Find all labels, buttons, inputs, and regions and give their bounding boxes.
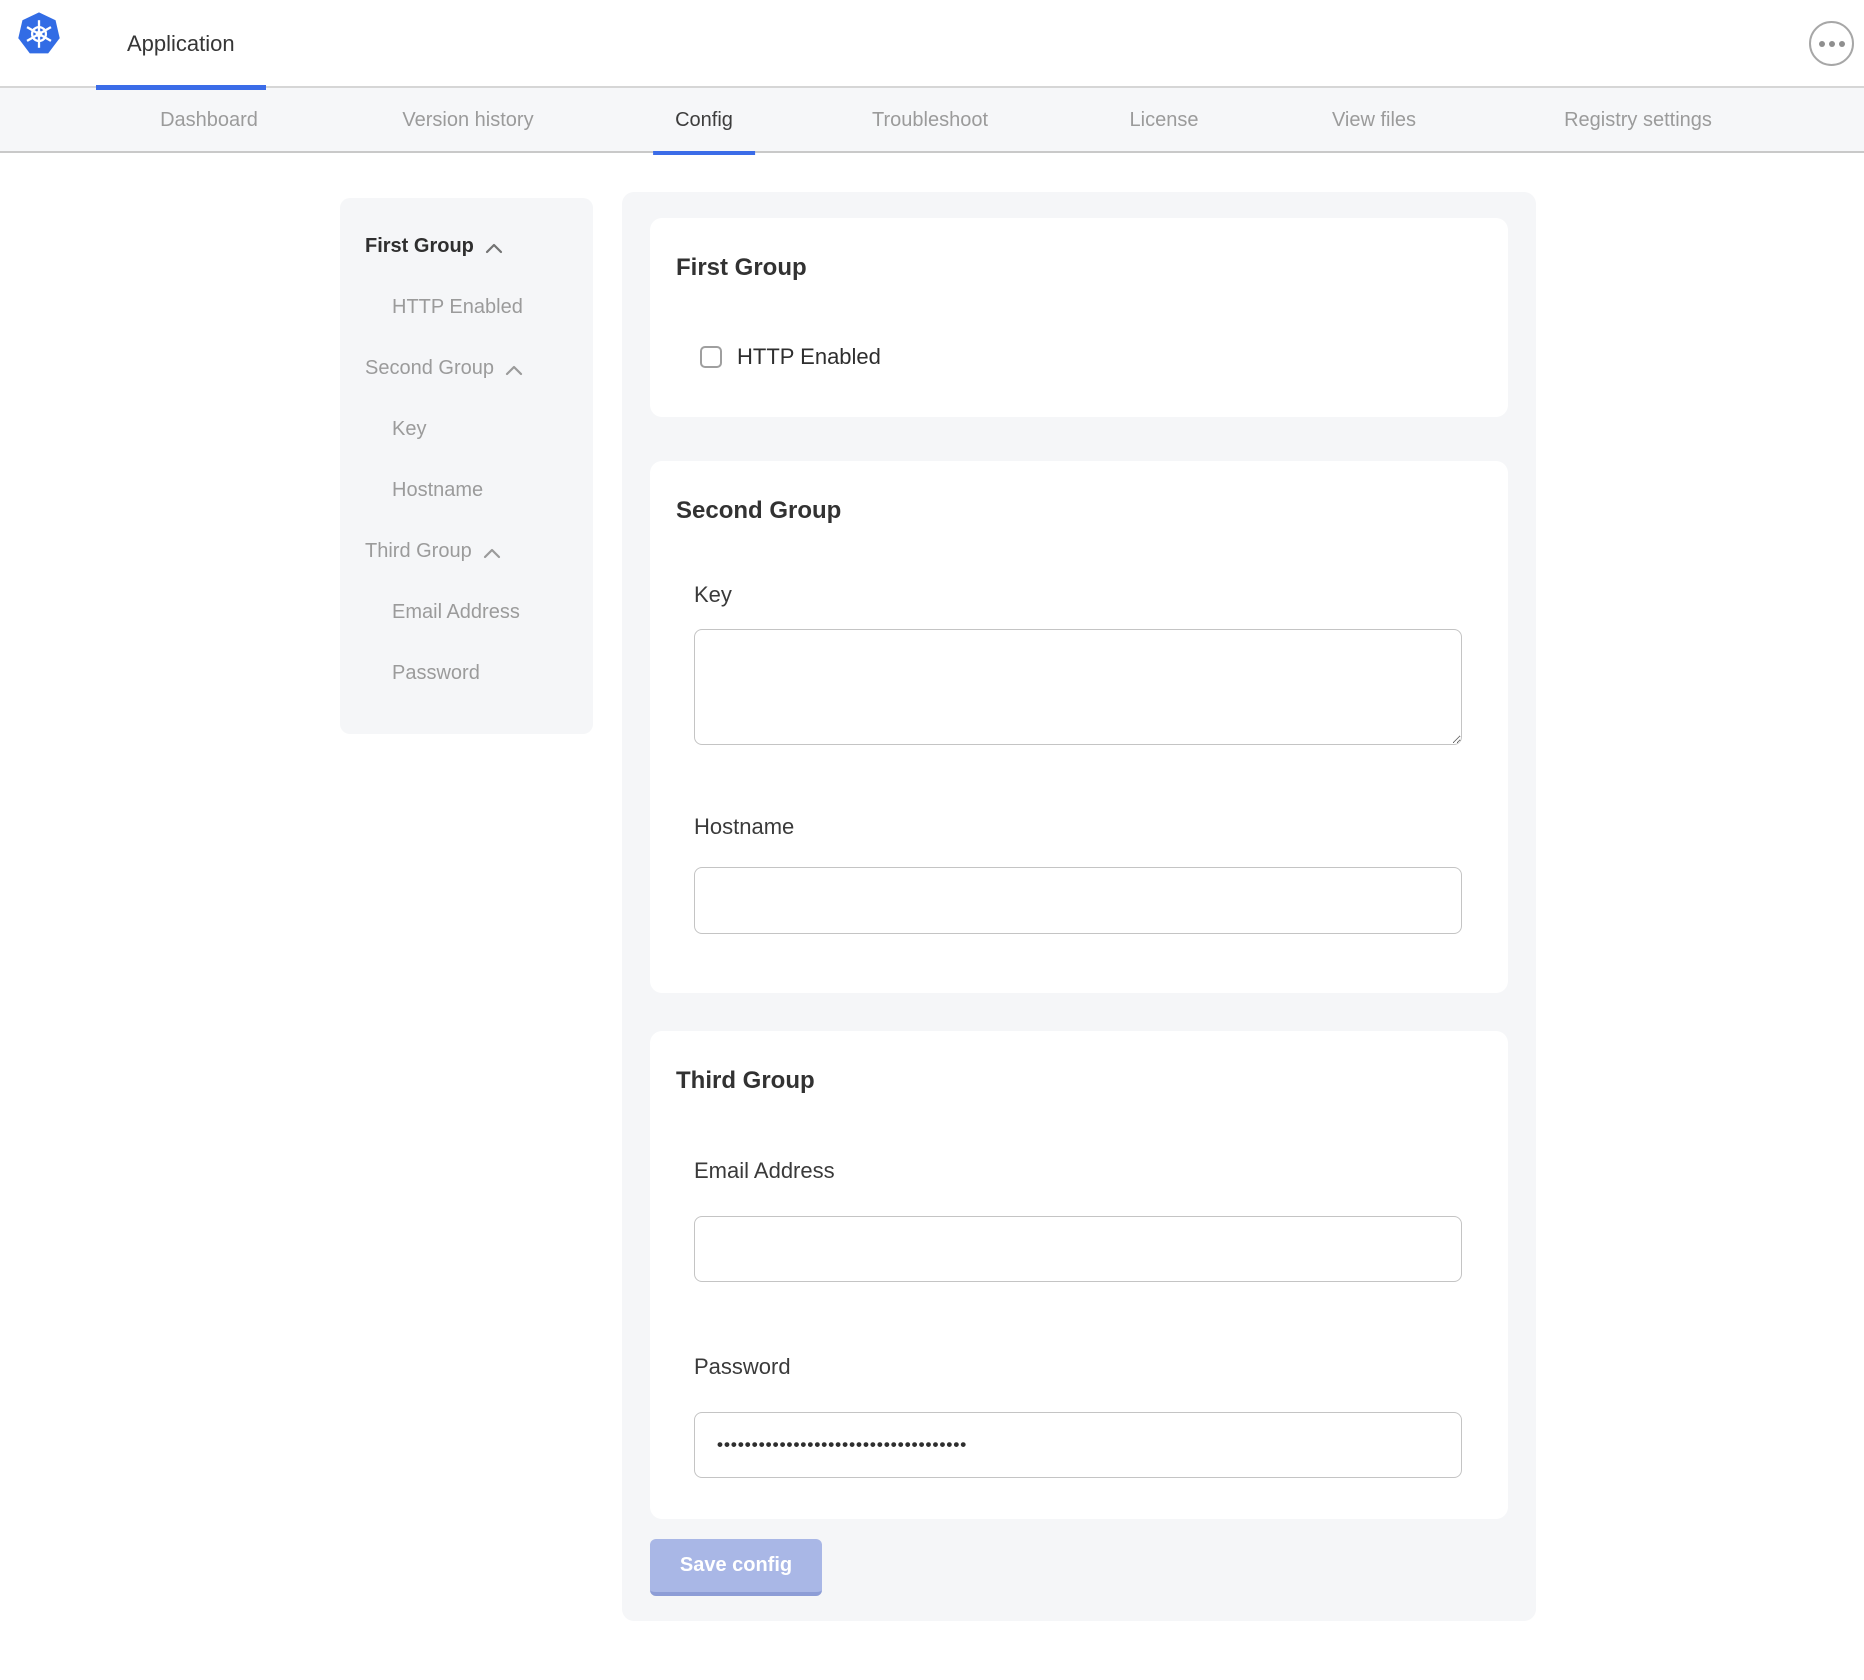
http-enabled-row: HTTP Enabled bbox=[700, 344, 1482, 370]
ellipsis-icon bbox=[1819, 41, 1825, 47]
tab-config[interactable]: Config bbox=[675, 88, 733, 153]
key-label: Key bbox=[694, 583, 1482, 607]
app-header: Application bbox=[0, 0, 1864, 88]
chevron-up-icon bbox=[483, 548, 501, 559]
hostname-input[interactable] bbox=[694, 867, 1462, 934]
config-sidebar: First Group HTTP Enabled Second Group Ke… bbox=[340, 198, 593, 734]
sidebar-item-second-group[interactable]: Second Group bbox=[340, 338, 593, 399]
http-enabled-label: HTTP Enabled bbox=[737, 344, 881, 370]
tab-license[interactable]: License bbox=[1130, 88, 1199, 153]
app-title: Application bbox=[127, 31, 235, 57]
kubernetes-logo-icon bbox=[16, 10, 62, 58]
hostname-label: Hostname bbox=[694, 815, 1482, 839]
sidebar-item-http-enabled[interactable]: HTTP Enabled bbox=[340, 277, 593, 338]
group-title: Third Group bbox=[676, 1067, 1482, 1095]
sidebar-item-password[interactable]: Password bbox=[340, 643, 593, 704]
email-address-input[interactable] bbox=[694, 1216, 1462, 1282]
tab-application[interactable]: Application bbox=[96, 0, 266, 88]
config-group-card-second: Second Group Key Hostname bbox=[650, 461, 1508, 993]
sidebar-item-hostname[interactable]: Hostname bbox=[340, 460, 593, 521]
app-navbar: Dashboard Version history Config Trouble… bbox=[0, 88, 1864, 153]
tab-registry-settings[interactable]: Registry settings bbox=[1564, 88, 1712, 153]
overflow-menu-button[interactable] bbox=[1809, 21, 1854, 66]
config-panel: First Group HTTP Enabled Second Group Ke… bbox=[622, 192, 1536, 1621]
password-input[interactable] bbox=[694, 1412, 1462, 1478]
password-label: Password bbox=[694, 1355, 1482, 1379]
key-textarea[interactable] bbox=[694, 629, 1462, 745]
sidebar-item-first-group[interactable]: First Group bbox=[340, 216, 593, 277]
tab-troubleshoot[interactable]: Troubleshoot bbox=[872, 88, 988, 153]
chevron-up-icon bbox=[485, 243, 503, 254]
sidebar-item-email-address[interactable]: Email Address bbox=[340, 582, 593, 643]
http-enabled-checkbox[interactable] bbox=[700, 346, 722, 368]
tab-version-history[interactable]: Version history bbox=[402, 88, 533, 153]
save-config-button[interactable]: Save config bbox=[650, 1539, 822, 1596]
group-title: First Group bbox=[676, 254, 1482, 282]
sidebar-item-key[interactable]: Key bbox=[340, 399, 593, 460]
email-address-label: Email Address bbox=[694, 1159, 1482, 1183]
tab-dashboard[interactable]: Dashboard bbox=[160, 88, 258, 153]
config-group-card-first: First Group HTTP Enabled bbox=[650, 218, 1508, 417]
sidebar-item-third-group[interactable]: Third Group bbox=[340, 521, 593, 582]
config-group-card-third: Third Group Email Address Password bbox=[650, 1031, 1508, 1519]
group-title: Second Group bbox=[676, 497, 1482, 525]
tab-view-files[interactable]: View files bbox=[1332, 88, 1416, 153]
chevron-up-icon bbox=[505, 365, 523, 376]
